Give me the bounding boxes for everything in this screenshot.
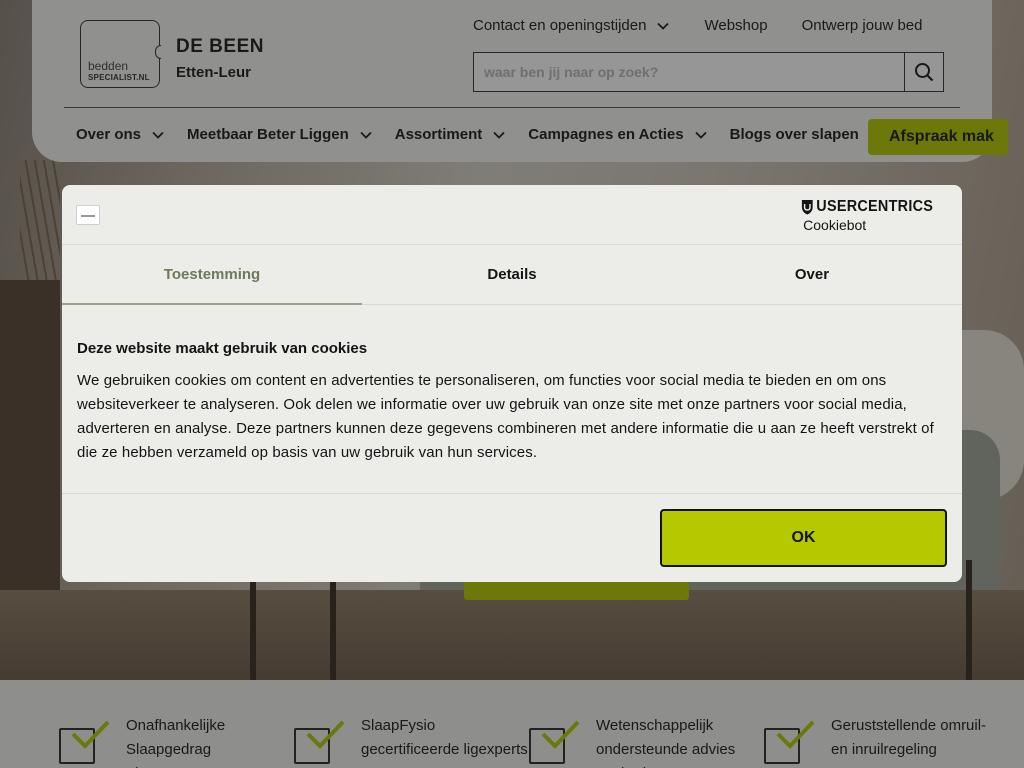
- tab-details[interactable]: Details: [362, 246, 662, 305]
- brand-name: USERCENTRICS: [816, 198, 934, 215]
- ok-button[interactable]: OK: [660, 509, 947, 567]
- dialog-body: Deze website maakt gebruik van cookies W…: [77, 340, 947, 465]
- dialog-footer-divider: [62, 493, 962, 494]
- brand-product: Cookiebot: [803, 217, 867, 233]
- dialog-description: We gebruiken cookies om content en adver…: [77, 372, 934, 461]
- cookiebot-brand[interactable]: USERCENTRICS Cookiebot: [801, 199, 948, 233]
- tab-over[interactable]: Over: [662, 246, 962, 305]
- tab-toestemming[interactable]: Toestemming: [62, 246, 362, 305]
- usercentrics-shield-icon: [802, 200, 813, 215]
- cookie-consent-dialog: USERCENTRICS Cookiebot Toestemming Detai…: [62, 185, 962, 582]
- dialog-heading: Deze website maakt gebruik van cookies: [77, 340, 368, 357]
- dialog-header: USERCENTRICS Cookiebot: [62, 185, 962, 245]
- site-logo-thumbnail: [76, 205, 100, 225]
- dialog-tabs: Toestemming Details Over: [62, 246, 962, 305]
